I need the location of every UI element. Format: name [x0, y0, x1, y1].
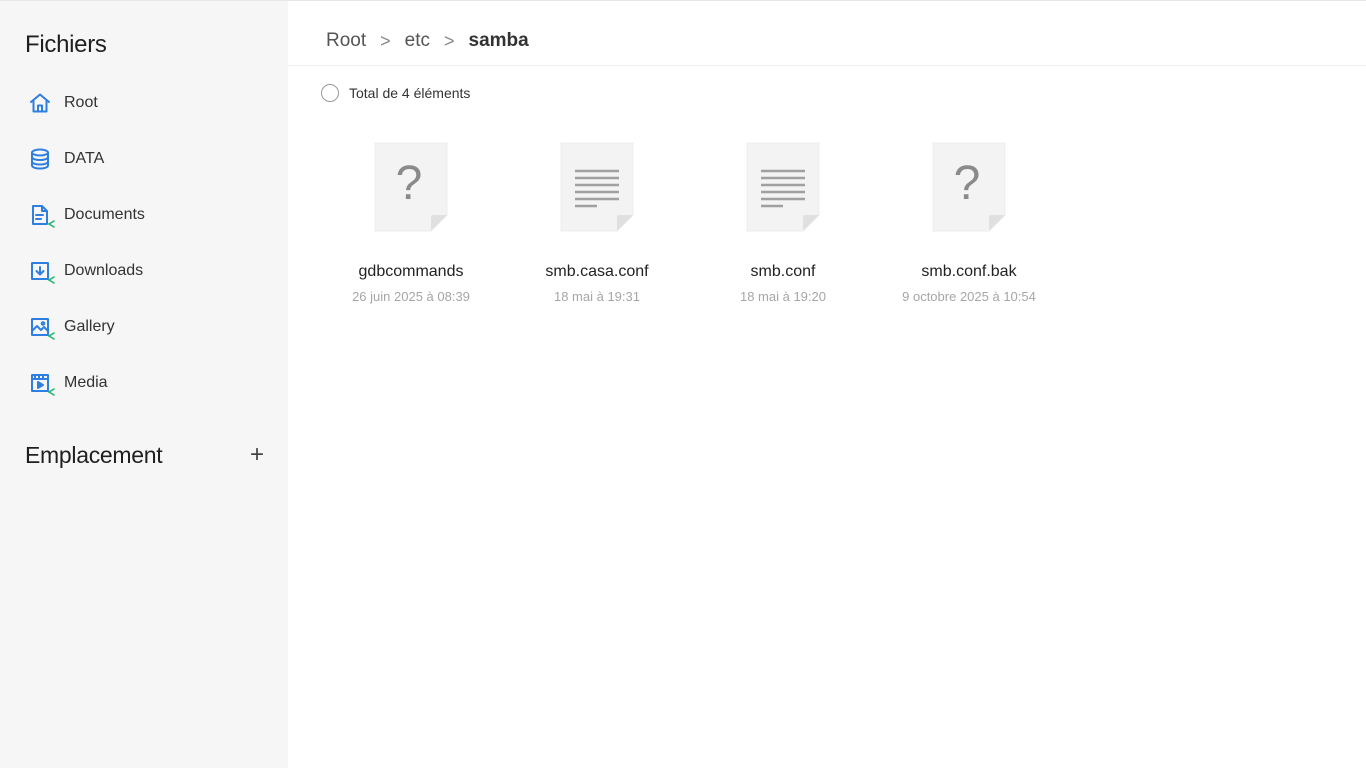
sidebar-item-label: DATA	[64, 150, 105, 167]
emplacement-section: Emplacement +	[25, 439, 265, 471]
share-badge-icon	[47, 332, 55, 340]
file-name: smb.conf	[750, 263, 816, 280]
file-date: 18 mai à 19:31	[553, 289, 640, 304]
breadcrumb: Root > etc > samba	[326, 27, 529, 55]
file-name: gdbcommands	[358, 263, 464, 280]
share-badge-icon	[47, 276, 55, 284]
emplacement-title: Emplacement	[25, 441, 163, 468]
share-badge-icon	[47, 388, 55, 396]
add-location-button[interactable]: +	[242, 440, 272, 470]
sidebar-title: Fichiers	[25, 31, 107, 58]
media-icon	[28, 371, 55, 396]
sidebar-item-data[interactable]: DATA	[0, 131, 288, 187]
file-name: smb.conf.bak	[921, 263, 1017, 280]
sidebar-item-gallery[interactable]: Gallery	[0, 299, 288, 355]
svg-text:?: ?	[396, 157, 423, 210]
sidebar-item-downloads[interactable]: Downloads	[0, 243, 288, 299]
file-date: 26 juin 2025 à 08:39	[352, 289, 470, 304]
home-icon	[28, 91, 52, 115]
select-all-row: Total de 4 éléments	[321, 83, 470, 103]
svg-text:?: ?	[954, 157, 981, 210]
text-file-icon	[559, 141, 635, 233]
sidebar-item-root[interactable]: Root	[0, 75, 288, 131]
sidebar-item-media[interactable]: Media	[0, 355, 288, 411]
sidebar-item-label: Media	[64, 374, 108, 391]
document-icon	[28, 203, 55, 228]
total-items-label: Total de 4 éléments	[349, 85, 471, 101]
header-divider	[288, 65, 1366, 66]
sidebar: Fichiers Root DATA Documents Downloads G…	[0, 1, 288, 768]
share-badge-icon	[47, 220, 55, 228]
breadcrumb-item-root[interactable]: Root	[326, 30, 366, 52]
file-date: 18 mai à 19:20	[739, 289, 826, 304]
gallery-icon	[28, 315, 55, 340]
file-date: 9 octobre 2025 à 10:54	[902, 289, 1036, 304]
file-item[interactable]: ? gdbcommands 26 juin 2025 à 08:39	[318, 141, 504, 304]
sidebar-item-documents[interactable]: Documents	[0, 187, 288, 243]
files-app: Fichiers Root DATA Documents Downloads G…	[0, 0, 1366, 768]
sidebar-nav: Root DATA Documents Downloads Gallery Me…	[0, 75, 288, 411]
file-item[interactable]: smb.conf 18 mai à 19:20	[690, 141, 876, 304]
file-name: smb.casa.conf	[545, 263, 649, 280]
download-icon	[28, 259, 55, 284]
breadcrumb-item-etc[interactable]: etc	[405, 30, 430, 52]
select-all-radio[interactable]	[321, 84, 339, 102]
unknown-file-icon: ?	[931, 141, 1007, 233]
breadcrumb-item-samba[interactable]: samba	[469, 30, 529, 52]
file-item[interactable]: ? smb.conf.bak 9 octobre 2025 à 10:54	[876, 141, 1062, 304]
sidebar-item-label: Documents	[64, 206, 145, 223]
breadcrumb-separator: >	[444, 30, 455, 51]
sidebar-item-label: Downloads	[64, 262, 144, 279]
unknown-file-icon: ?	[373, 141, 449, 233]
sidebar-item-label: Root	[64, 94, 98, 111]
sidebar-item-label: Gallery	[64, 318, 115, 335]
breadcrumb-separator: >	[380, 30, 391, 51]
main-content: Root > etc > samba Total de 4 éléments ?	[288, 1, 1366, 768]
database-icon	[28, 147, 52, 171]
text-file-icon	[745, 141, 821, 233]
file-grid: ? gdbcommands 26 juin 2025 à 08:39 smb.c…	[318, 141, 1062, 304]
file-item[interactable]: smb.casa.conf 18 mai à 19:31	[504, 141, 690, 304]
